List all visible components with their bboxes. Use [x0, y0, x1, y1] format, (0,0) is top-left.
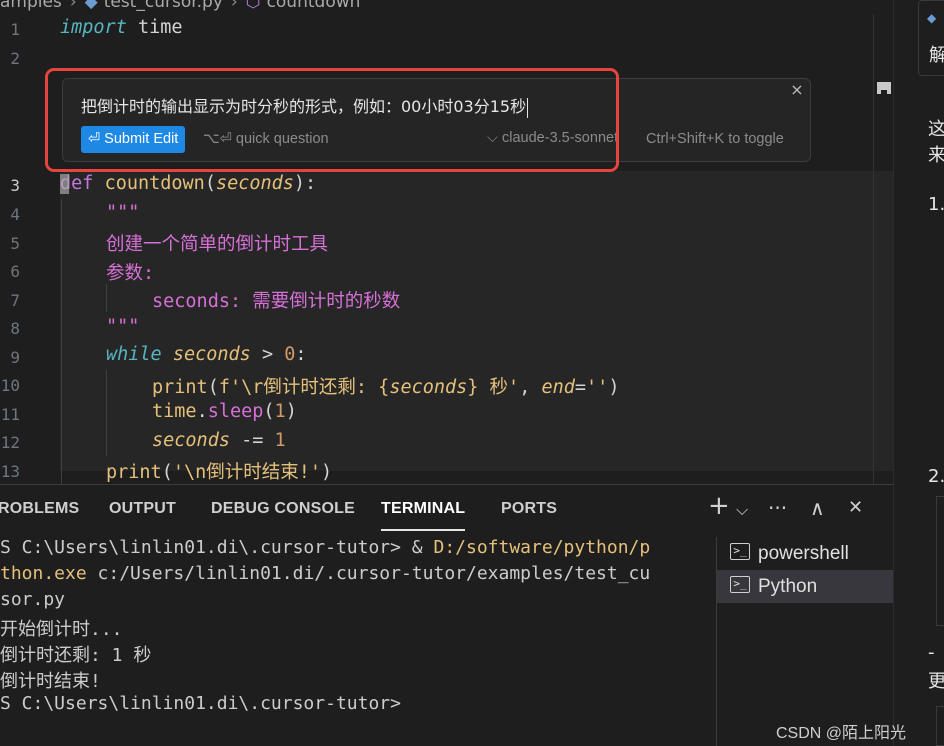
line-number: 8: [10, 319, 20, 338]
more-actions-icon[interactable]: ···: [768, 497, 787, 519]
terminal-list: >_ powershell >_ Python: [716, 537, 893, 746]
editor-block-highlight: [60, 171, 893, 471]
line-number: 10: [0, 376, 20, 395]
add-terminal-icon[interactable]: +: [708, 493, 730, 519]
terminal-line: 倒计时还剩: 1 秒: [0, 645, 152, 666]
terminal-line: S C:\Users\linlin01.di\.cursor-tutor>: [0, 693, 401, 714]
chat-tab[interactable]: ◆ 解: [918, 0, 944, 76]
tab-terminal[interactable]: TERMINAL: [381, 500, 465, 518]
breadcrumb-folder[interactable]: amples: [0, 0, 62, 12]
breadcrumb: amples › ◆ test_cursor.py › ⬡ countdown: [0, 0, 893, 14]
terminal-icon: >_: [730, 576, 750, 594]
line-number: 4: [10, 205, 20, 224]
indent-guide: [61, 199, 62, 484]
scrollbar-thumb-notch: [881, 90, 887, 96]
terminal-line: S C:\Users\linlin01.di\.cursor-tutor> & …: [0, 537, 651, 558]
line-number: 3: [10, 176, 20, 195]
tab-debug-console[interactable]: DEBUG CONSOLE: [211, 500, 355, 518]
bottom-panel: ROBLEMS OUTPUT DEBUG CONSOLE TERMINAL PO…: [0, 484, 893, 746]
line-number: 12: [0, 433, 20, 452]
tab-ports[interactable]: PORTS: [501, 500, 557, 518]
watermark: CSDN @陌上阳光: [776, 725, 907, 742]
chat-text: 更: [928, 671, 944, 692]
chat-text: 来: [928, 145, 944, 166]
terminal-line: 倒计时结束!: [0, 671, 101, 692]
python-file-icon: ◆: [927, 11, 937, 25]
code-block: [936, 496, 944, 626]
code-line: print('\n倒计时结束!'): [106, 462, 333, 483]
code-line: time.sleep(1): [152, 401, 297, 422]
active-tab-indicator: [381, 529, 465, 531]
terminal-line: 开始倒计时...: [0, 619, 123, 640]
line-number: 9: [10, 348, 20, 367]
code-line: import time: [60, 17, 183, 38]
line-number: 7: [10, 291, 20, 310]
chat-side-panel: ◆ 解 这 来 1. 2. - 更: [893, 0, 944, 746]
terminal-icon: >_: [730, 543, 750, 561]
chevron-right-icon: ›: [69, 0, 77, 12]
chevron-right-icon: ›: [230, 0, 238, 12]
code-line: def countdown(seconds):: [60, 173, 317, 194]
chat-list-number: 1.: [928, 194, 944, 215]
maximize-panel-icon[interactable]: ∧: [810, 497, 825, 519]
toggle-shortcut-hint: Ctrl+Shift+K to toggle: [646, 131, 784, 147]
submit-edit-button[interactable]: ⏎ Submit Edit: [81, 126, 186, 153]
terminal-item-powershell[interactable]: >_ powershell: [717, 537, 893, 570]
code-line: seconds: 需要倒计时的秒数: [152, 291, 401, 312]
model-selector[interactable]: ⌵ claude-3.5-sonnet: [487, 130, 618, 146]
code-line: seconds -= 1: [152, 430, 286, 451]
chat-text: 这: [928, 119, 944, 140]
line-number: 13: [0, 462, 20, 481]
line-number: 2: [10, 49, 20, 68]
terminal-output[interactable]: S C:\Users\linlin01.di\.cursor-tutor> & …: [0, 537, 714, 746]
indent-guide: [106, 370, 107, 456]
chat-text: -: [928, 642, 935, 663]
line-number: 6: [10, 262, 20, 281]
tab-output[interactable]: OUTPUT: [109, 500, 176, 518]
terminal-item-python[interactable]: >_ Python: [717, 570, 893, 603]
symbol-method-icon: ⬡: [245, 0, 261, 12]
inline-edit-widget: 把倒计时的输出显示为时分秒的形式，例如：00小时03分15秒 × ⏎ Submi…: [62, 78, 811, 162]
indent-guide: [106, 284, 107, 312]
breadcrumb-symbol[interactable]: countdown: [267, 0, 361, 12]
python-file-icon: ◆: [84, 0, 98, 12]
terminal-line: thon.exe c:/Users/linlin01.di/.cursor-tu…: [0, 563, 651, 584]
quick-question-button[interactable]: ⌥⏎ quick question: [203, 131, 329, 147]
chat-list-number: 2.: [928, 466, 944, 487]
line-number: 11: [0, 405, 20, 424]
tab-problems[interactable]: ROBLEMS: [0, 500, 79, 518]
editor-scrollbar[interactable]: [873, 14, 893, 484]
close-panel-icon[interactable]: ✕: [848, 497, 863, 519]
close-icon[interactable]: ×: [788, 81, 806, 99]
text-cursor: [60, 174, 69, 194]
code-line: """: [106, 316, 140, 337]
inline-edit-prompt-input[interactable]: 把倒计时的输出显示为时分秒的形式，例如：00小时03分15秒: [81, 93, 529, 118]
code-line: """: [106, 202, 140, 223]
code-line: print(f'\r倒计时还剩: {seconds} 秒', end=''): [152, 377, 620, 398]
line-number: 5: [10, 234, 20, 253]
chat-input-box[interactable]: [936, 706, 944, 746]
code-line: 创建一个简单的倒计时工具: [106, 234, 329, 255]
text-caret: [527, 97, 529, 118]
line-number: 1: [10, 20, 20, 39]
chevron-down-icon[interactable]: ⌵: [736, 499, 748, 521]
code-line: 参数:: [106, 263, 155, 284]
breadcrumb-file[interactable]: test_cursor.py: [104, 0, 223, 12]
terminal-line: sor.py: [0, 589, 66, 610]
code-line: while seconds > 0:: [106, 344, 307, 365]
